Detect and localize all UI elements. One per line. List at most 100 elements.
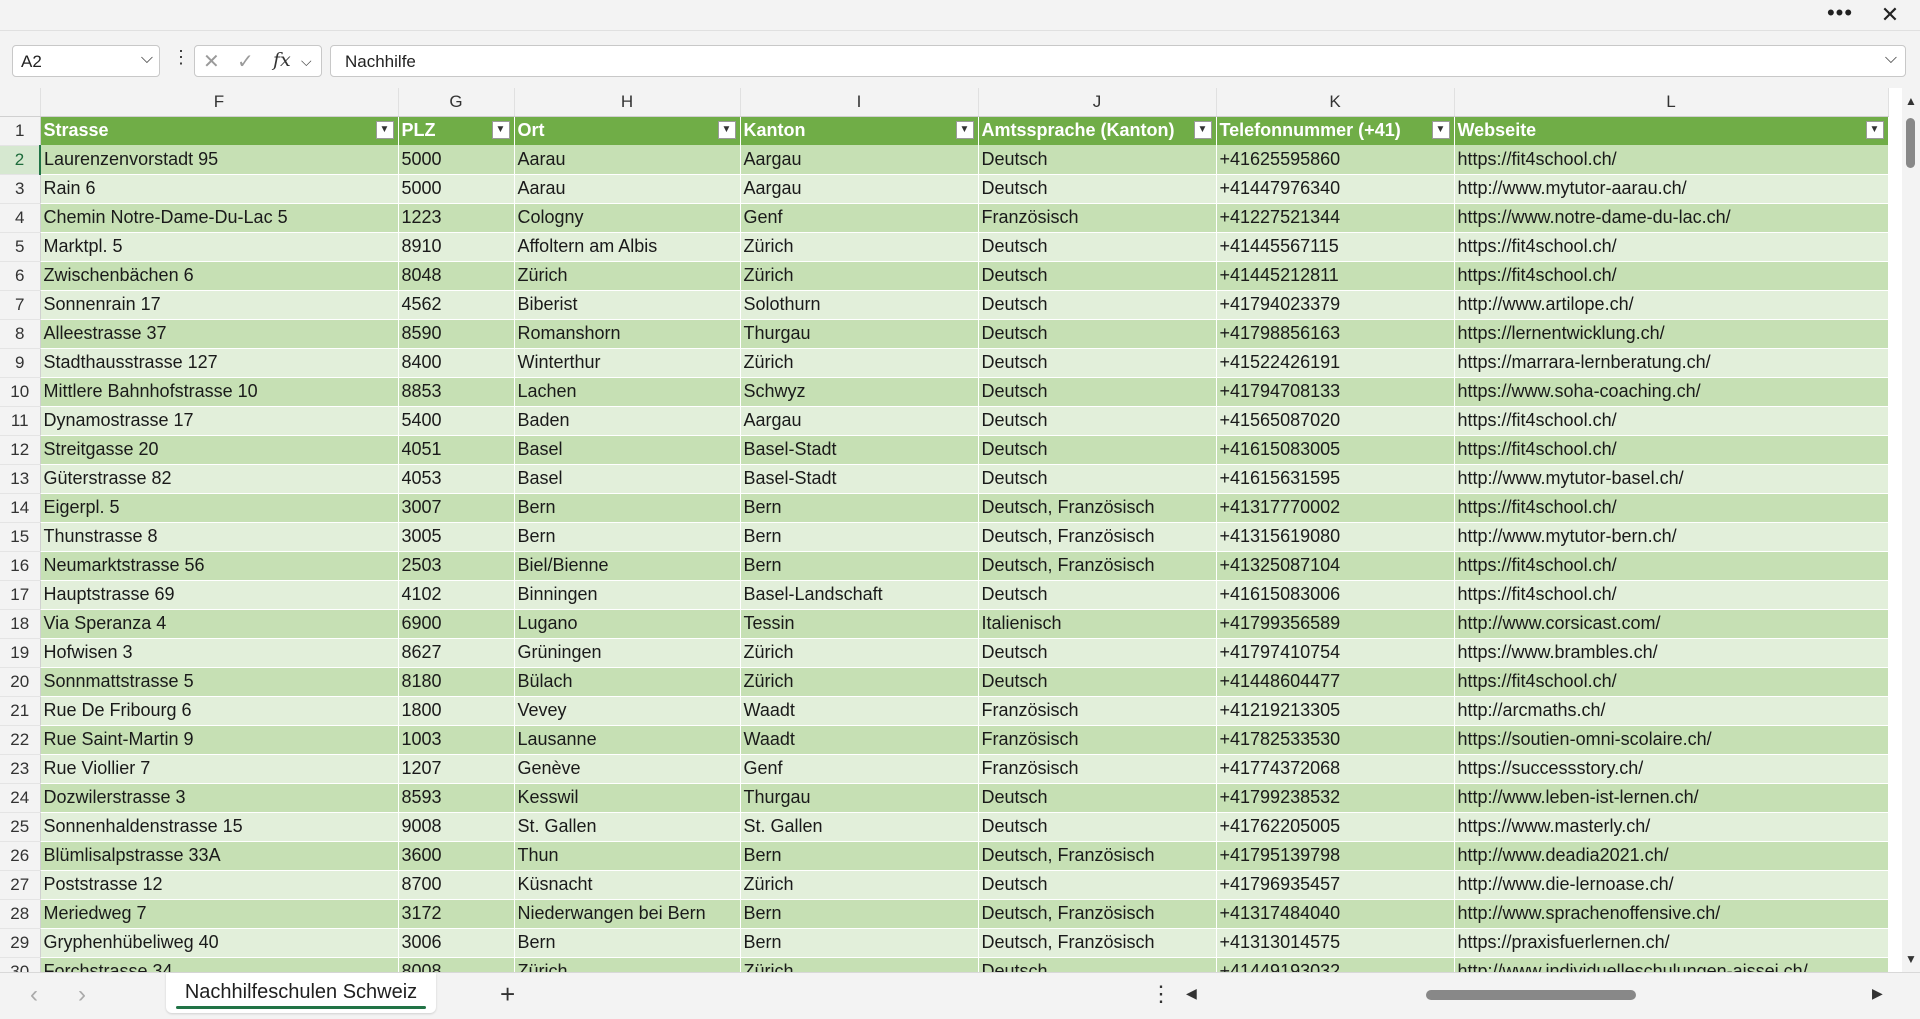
table-cell[interactable]: https://fit4school.ch/ xyxy=(1454,145,1889,175)
table-cell[interactable]: https://fit4school.ch/ xyxy=(1454,435,1889,465)
horizontal-scrollbar[interactable] xyxy=(1210,990,1870,1000)
table-cell[interactable]: Binningen xyxy=(514,580,741,610)
table-cell[interactable]: +41799238532 xyxy=(1216,783,1455,813)
table-cell[interactable]: 1223 xyxy=(398,203,515,233)
table-cell[interactable]: http://www.artilope.ch/ xyxy=(1454,290,1889,320)
table-cell[interactable]: Basel-Landschaft xyxy=(740,580,979,610)
table-cell[interactable]: 1800 xyxy=(398,696,515,726)
table-cell[interactable]: Basel-Stadt xyxy=(740,435,979,465)
table-cell[interactable]: 5400 xyxy=(398,406,515,436)
chevron-left-icon[interactable]: ‹ xyxy=(30,981,38,1009)
chevron-down-icon[interactable]: ⌵ xyxy=(141,50,153,68)
table-cell[interactable]: Deutsch xyxy=(978,957,1217,972)
row-header[interactable]: 22 xyxy=(0,725,41,755)
row-header[interactable]: 17 xyxy=(0,580,41,610)
table-cell[interactable]: Stadthausstrasse 127 xyxy=(40,348,399,378)
table-cell[interactable]: +41615083006 xyxy=(1216,580,1455,610)
table-cell[interactable]: Deutsch, Französisch xyxy=(978,899,1217,929)
column-header[interactable]: F xyxy=(40,88,399,117)
table-cell[interactable]: Lausanne xyxy=(514,725,741,755)
row-header[interactable]: 2 xyxy=(0,145,41,175)
table-cell[interactable]: 8400 xyxy=(398,348,515,378)
table-cell[interactable]: 3600 xyxy=(398,841,515,871)
table-cell[interactable]: http://www.die-lernoase.ch/ xyxy=(1454,870,1889,900)
table-cell[interactable]: Deutsch xyxy=(978,464,1217,494)
table-cell[interactable]: Chemin Notre-Dame-Du-Lac 5 xyxy=(40,203,399,233)
filter-dropdown-icon[interactable]: ▼ xyxy=(491,120,510,139)
table-cell[interactable]: Thurgau xyxy=(740,783,979,813)
table-cell[interactable]: +41762205005 xyxy=(1216,812,1455,842)
table-cell[interactable]: http://www.mytutor-basel.ch/ xyxy=(1454,464,1889,494)
table-cell[interactable]: +41615631595 xyxy=(1216,464,1455,494)
table-cell[interactable]: Deutsch xyxy=(978,232,1217,262)
table-cell[interactable]: Waadt xyxy=(740,696,979,726)
table-cell[interactable]: Deutsch xyxy=(978,580,1217,610)
table-cell[interactable]: https://www.notre-dame-du-lac.ch/ xyxy=(1454,203,1889,233)
row-header[interactable]: 7 xyxy=(0,290,41,320)
table-cell[interactable]: Deutsch xyxy=(978,870,1217,900)
table-cell[interactable]: +41799356589 xyxy=(1216,609,1455,639)
table-cell[interactable]: Zürich xyxy=(740,667,979,697)
table-cell[interactable]: Biberist xyxy=(514,290,741,320)
table-cell[interactable]: 8627 xyxy=(398,638,515,668)
select-all-corner[interactable] xyxy=(0,88,41,117)
table-cell[interactable]: +41317484040 xyxy=(1216,899,1455,929)
table-cell[interactable]: Aarau xyxy=(514,145,741,175)
table-cell[interactable]: https://praxisfuerlernen.ch/ xyxy=(1454,928,1889,958)
table-cell[interactable]: 2503 xyxy=(398,551,515,581)
table-cell[interactable]: Tessin xyxy=(740,609,979,639)
table-cell[interactable]: +41796935457 xyxy=(1216,870,1455,900)
filter-dropdown-icon[interactable]: ▼ xyxy=(375,120,394,139)
table-cell[interactable]: Französisch xyxy=(978,725,1217,755)
table-cell[interactable]: Deutsch xyxy=(978,261,1217,291)
table-cell[interactable]: +41445567115 xyxy=(1216,232,1455,262)
row-header[interactable]: 9 xyxy=(0,348,41,378)
table-cell[interactable]: 8048 xyxy=(398,261,515,291)
add-sheet-button[interactable]: + xyxy=(500,979,515,1010)
table-cell[interactable]: +41315619080 xyxy=(1216,522,1455,552)
table-cell[interactable]: +41448604477 xyxy=(1216,667,1455,697)
table-cell[interactable]: Genève xyxy=(514,754,741,784)
scroll-up-icon[interactable]: ▲ xyxy=(1905,94,1917,108)
column-header[interactable]: L xyxy=(1454,88,1889,117)
table-cell[interactable]: https://soutien-omni-scolaire.ch/ xyxy=(1454,725,1889,755)
table-cell[interactable]: Bern xyxy=(740,522,979,552)
table-cell[interactable]: Deutsch xyxy=(978,174,1217,204)
row-header[interactable]: 29 xyxy=(0,928,41,958)
table-cell[interactable]: Winterthur xyxy=(514,348,741,378)
table-cell[interactable]: Deutsch xyxy=(978,145,1217,175)
table-cell[interactable]: Thun xyxy=(514,841,741,871)
table-cell[interactable]: 3007 xyxy=(398,493,515,523)
table-cell[interactable]: http://www.individuelleschulungen-aissei… xyxy=(1454,957,1889,972)
table-cell[interactable]: Zürich xyxy=(740,261,979,291)
table-cell[interactable]: Alleestrasse 37 xyxy=(40,319,399,349)
table-cell[interactable]: 3005 xyxy=(398,522,515,552)
table-cell[interactable]: Sonnenrain 17 xyxy=(40,290,399,320)
table-cell[interactable]: Deutsch xyxy=(978,290,1217,320)
table-cell[interactable]: Französisch xyxy=(978,203,1217,233)
row-header[interactable]: 4 xyxy=(0,203,41,233)
table-cell[interactable]: Forchstrasse 34 xyxy=(40,957,399,972)
table-cell[interactable]: Zürich xyxy=(514,261,741,291)
table-cell[interactable]: Poststrasse 12 xyxy=(40,870,399,900)
row-header[interactable]: 19 xyxy=(0,638,41,668)
more-sheets-button[interactable]: ⋮ xyxy=(1150,981,1172,1007)
table-cell[interactable]: Solothurn xyxy=(740,290,979,320)
table-cell[interactable]: https://fit4school.ch/ xyxy=(1454,551,1889,581)
table-cell[interactable]: https://fit4school.ch/ xyxy=(1454,667,1889,697)
horizontal-scroll-thumb[interactable] xyxy=(1426,990,1636,1000)
row-header[interactable]: 24 xyxy=(0,783,41,813)
table-cell[interactable]: https://www.masterly.ch/ xyxy=(1454,812,1889,842)
table-cell[interactable]: +41522426191 xyxy=(1216,348,1455,378)
table-cell[interactable]: Gryphenhübeliweg 40 xyxy=(40,928,399,958)
table-header-cell[interactable]: Kanton ▼ xyxy=(740,116,979,145)
table-cell[interactable]: Rue Viollier 7 xyxy=(40,754,399,784)
table-cell[interactable]: http://www.deadia2021.ch/ xyxy=(1454,841,1889,871)
table-header-cell[interactable]: Amtssprache (Kanton) ▼ xyxy=(978,116,1217,145)
table-cell[interactable]: Deutsch xyxy=(978,812,1217,842)
table-cell[interactable]: 8180 xyxy=(398,667,515,697)
table-cell[interactable]: Dozwilerstrasse 3 xyxy=(40,783,399,813)
table-cell[interactable]: +41317770002 xyxy=(1216,493,1455,523)
table-cell[interactable]: +41325087104 xyxy=(1216,551,1455,581)
table-cell[interactable]: Zürich xyxy=(740,870,979,900)
